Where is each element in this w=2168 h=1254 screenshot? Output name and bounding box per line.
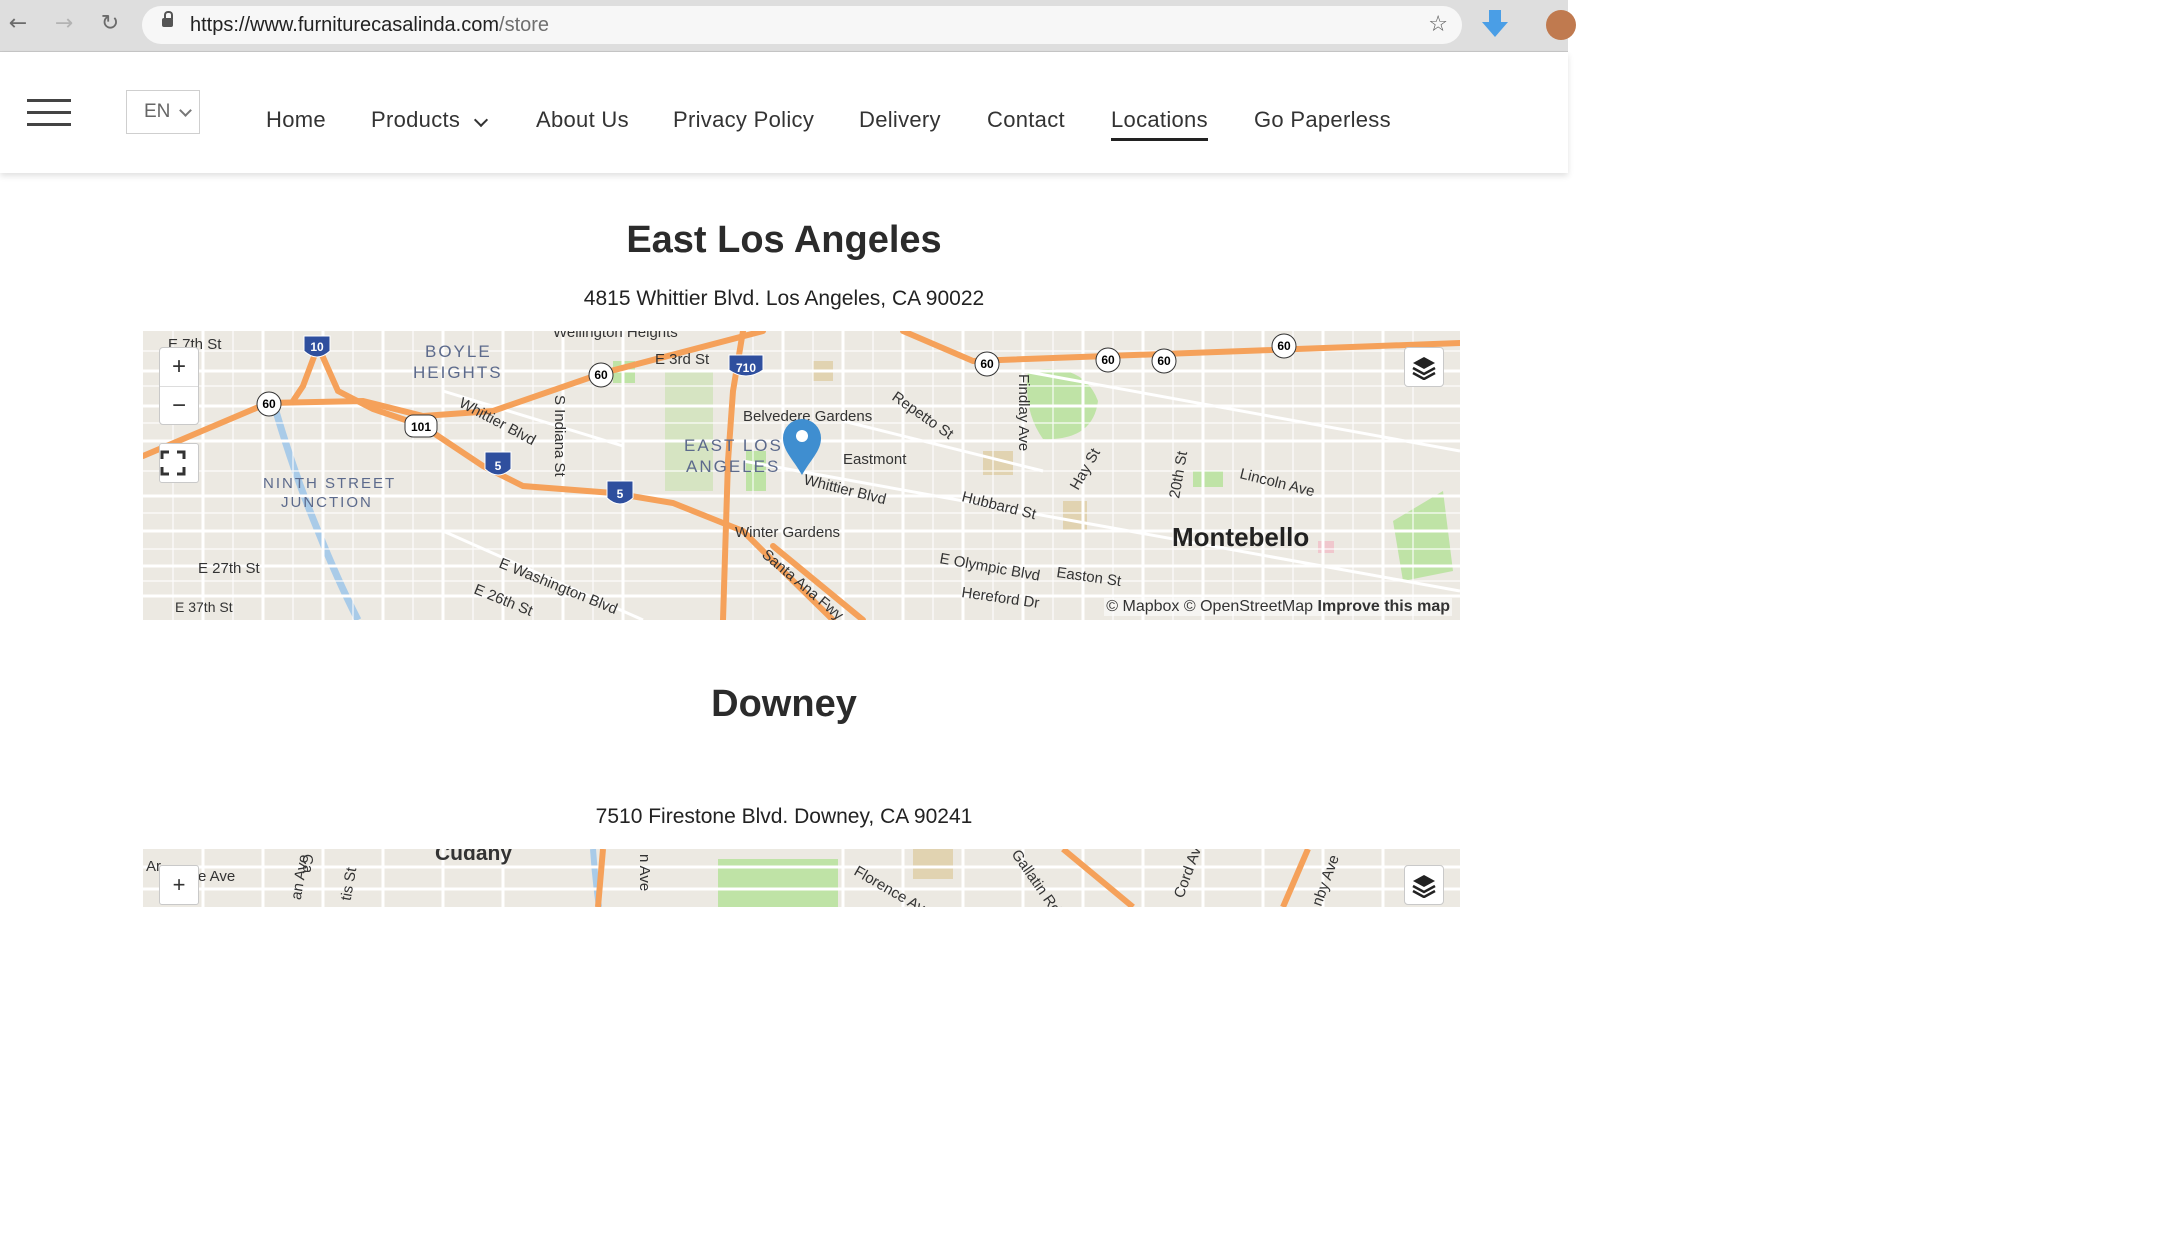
svg-text:tis St: tis St	[338, 865, 361, 902]
nav-products[interactable]: Products	[371, 52, 460, 173]
nav-home[interactable]: Home	[266, 52, 326, 173]
forward-icon[interactable]: →	[50, 10, 78, 38]
svg-text:Hubbard St: Hubbard St	[960, 488, 1039, 523]
route-shield-5: 5	[495, 459, 502, 473]
svg-text:Eastmont: Eastmont	[843, 451, 907, 468]
svg-text:E 37th St: E 37th St	[175, 599, 233, 615]
svg-text:Wellington Heights: Wellington Heights	[553, 331, 678, 341]
fullscreen-icon	[160, 450, 186, 476]
improve-map-link[interactable]: Improve this map	[1318, 598, 1450, 615]
route-shield-60: 60	[262, 397, 276, 411]
location-address: 7510 Firestone Blvd. Downey, CA 90241	[595, 805, 973, 828]
svg-text:JUNCTION: JUNCTION	[281, 494, 373, 511]
svg-text:Findlay Ave: Findlay Ave	[1015, 374, 1032, 451]
svg-text:Gallatin Rd: Gallatin Rd	[1008, 849, 1064, 907]
url-text[interactable]: https://www.furniturecasalinda.com/store	[190, 6, 549, 44]
map-attribution: © Mapbox © OpenStreetMap Improve this ma…	[1104, 598, 1452, 616]
svg-text:Cudahy: Cudahy	[435, 849, 512, 865]
layers-button[interactable]	[1404, 865, 1444, 905]
layers-icon	[1412, 357, 1436, 380]
route-shield-10: 10	[310, 340, 324, 354]
chevron-down-icon[interactable]	[473, 112, 489, 128]
svg-text:Winter Gardens: Winter Gardens	[735, 524, 840, 541]
svg-text:Hay St: Hay St	[1067, 445, 1105, 493]
svg-text:E 3rd St: E 3rd St	[655, 351, 710, 368]
zoom-out-button[interactable]: −	[160, 386, 198, 425]
attribution-text[interactable]: © Mapbox © OpenStreetMap	[1106, 598, 1313, 615]
bookmark-star-icon[interactable]: ☆	[1428, 6, 1448, 44]
svg-text:NINTH STREET: NINTH STREET	[263, 475, 396, 492]
svg-text:20th St: 20th St	[1166, 449, 1191, 500]
svg-text:EAST LOS: EAST LOS	[684, 436, 783, 455]
zoom-control: + −	[159, 347, 199, 425]
fullscreen-button[interactable]	[159, 443, 199, 483]
svg-text:HEIGHTS: HEIGHTS	[413, 363, 503, 382]
route-shield-710: 710	[736, 361, 756, 375]
location-pin-icon	[783, 419, 821, 475]
url-path: /store	[499, 14, 550, 36]
svg-text:Hereford Dr: Hereford Dr	[960, 584, 1040, 612]
map-east-los-angeles[interactable]: 60 60 60 60 60 60 101 5 5 10 710 E 7th S…	[143, 331, 1460, 620]
route-shield-101: 101	[411, 420, 431, 434]
download-extension-icon[interactable]	[1480, 8, 1510, 40]
route-shield-60: 60	[980, 357, 994, 371]
nav-about-us[interactable]: About Us	[536, 52, 629, 173]
url-host: https://www.furniturecasalinda.com	[190, 14, 500, 36]
svg-text:E 27th St: E 27th St	[198, 560, 261, 577]
nav-privacy-policy[interactable]: Privacy Policy	[673, 52, 814, 173]
layers-icon	[1412, 875, 1436, 898]
lock-icon	[162, 11, 173, 27]
chevron-down-icon	[179, 104, 192, 117]
svg-text:ANGELES: ANGELES	[686, 457, 780, 476]
nav-locations[interactable]: Locations	[1111, 52, 1208, 173]
svg-text:n Ave: n Ave	[636, 854, 653, 891]
svg-text:BOYLE: BOYLE	[425, 342, 492, 361]
route-shield-60: 60	[1277, 339, 1291, 353]
reload-icon[interactable]: ↻	[96, 10, 124, 38]
svg-text:nby Ave: nby Ave	[1309, 853, 1343, 907]
svg-text:e Ave: e Ave	[198, 868, 235, 885]
zoom-in-button[interactable]: +	[159, 865, 199, 905]
layers-button[interactable]	[1404, 347, 1444, 387]
route-shield-60: 60	[594, 368, 608, 382]
hamburger-menu-icon[interactable]	[27, 99, 71, 127]
nav-go-paperless[interactable]: Go Paperless	[1254, 52, 1391, 173]
svg-text:E Olympic Blvd: E Olympic Blvd	[938, 550, 1041, 584]
address-bar[interactable]: https://www.furniturecasalinda.com/store…	[142, 6, 1462, 44]
route-shield-5: 5	[617, 487, 624, 501]
map-downey[interactable]: Cudahy Ar e Ave Ca an Ave tis St n Ave F…	[143, 849, 1460, 907]
site-header: EN Home Products About Us Privacy Policy…	[0, 52, 1568, 173]
route-shield-60: 60	[1157, 354, 1171, 368]
svg-text:an Ave: an Ave	[288, 853, 313, 901]
nav-delivery[interactable]: Delivery	[859, 52, 941, 173]
location-title: Downey	[711, 683, 857, 725]
location-title: East Los Angeles	[626, 219, 942, 261]
zoom-in-button[interactable]: +	[160, 348, 198, 386]
browser-toolbar: ← → ↻ https://www.furniturecasalinda.com…	[0, 0, 1576, 52]
back-icon[interactable]: ←	[4, 10, 32, 38]
route-shield-60: 60	[1101, 353, 1115, 367]
svg-text:Whittier Blvd: Whittier Blvd	[802, 471, 888, 508]
svg-text:Santa Ana Fwy: Santa Ana Fwy	[758, 546, 847, 620]
svg-text:Montebello: Montebello	[1172, 522, 1309, 552]
nav-contact[interactable]: Contact	[987, 52, 1065, 173]
language-select[interactable]: EN	[126, 90, 200, 134]
language-value: EN	[144, 101, 171, 122]
profile-avatar[interactable]	[1546, 10, 1576, 40]
svg-text:S Indiana St: S Indiana St	[551, 395, 568, 478]
location-address: 4815 Whittier Blvd. Los Angeles, CA 9002…	[583, 287, 985, 310]
